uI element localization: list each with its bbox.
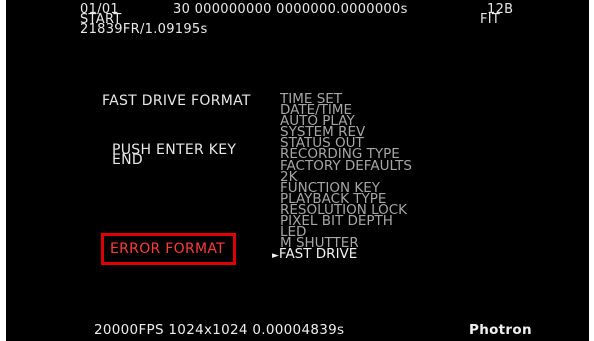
brand-logo: Photron [469, 322, 532, 338]
top-numbers: 30 000000000 0000000.0000000s [173, 2, 408, 17]
menu-item-label: FACTORY DEFAULTS [280, 157, 412, 174]
frame-time: 21839FR/1.09195s [80, 22, 208, 37]
panel-title: FAST DRIVE FORMAT [102, 93, 251, 109]
end-label: END [112, 152, 143, 168]
menu-item-factory-defaults[interactable]: FACTORY DEFAULTS [280, 157, 412, 174]
selection-cursor-icon: ► [272, 251, 279, 262]
fit-label: FIT [480, 12, 501, 27]
menu-item-label: FAST DRIVE [278, 246, 358, 263]
settings-menu: TIME SET DATE/TIME AUTO PLAY SYSTEM REV STAT… [272, 92, 412, 261]
error-format-label: ERROR FORMAT [110, 241, 226, 257]
menu-item-fast-drive[interactable]: ►FAST DRIVE [272, 246, 412, 263]
footer-info: 20000FPS 1024x1024 0.00004839s [94, 322, 345, 338]
camera-osd-screen: 01/01 START 21839FR/1.09195s 30 00000000… [6, 0, 589, 341]
